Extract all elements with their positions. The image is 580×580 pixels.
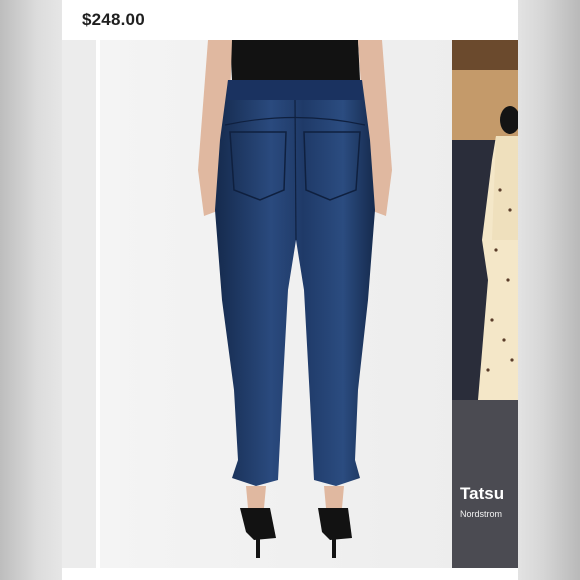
blurred-side-left [0,0,62,580]
next-slide[interactable]: Tatsu Nordstrom [452,40,518,568]
price-label: $248.00 [82,10,145,29]
blurred-side-right [518,0,580,580]
previous-slide[interactable] [62,40,96,568]
caption-subtitle: Nordstrom [460,509,503,519]
card-footer [62,568,518,580]
caption-title: Tatsu [460,484,505,503]
next-slide-caption: Tatsu Nordstrom [460,484,504,519]
black-top [230,40,360,80]
image-carousel[interactable]: Tatsu Nordstrom [62,40,518,568]
jeans-photo [100,40,510,568]
price-bar: $248.00 [62,0,518,40]
main-product-photo[interactable] [100,40,510,568]
listing-card: $248.00 Tatsu Nordstrom [62,0,518,580]
